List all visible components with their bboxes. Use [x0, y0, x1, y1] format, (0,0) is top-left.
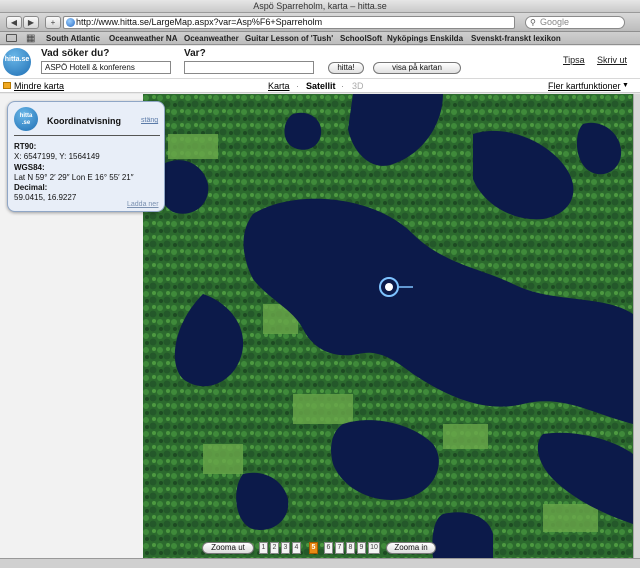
show-on-map-button[interactable]: visa på kartan	[373, 62, 461, 74]
zoom-level-9[interactable]: 9	[357, 542, 366, 554]
where-input[interactable]	[184, 61, 314, 74]
window-title-bar: Aspö Sparreholm, karta – hitta.se	[0, 0, 640, 13]
forward-button[interactable]: ▶	[23, 16, 39, 29]
address-bar[interactable]: http://www.hitta.se/LargeMap.aspx?var=As…	[63, 16, 571, 29]
wgs84-value: Lat N 59° 2′ 29″ Lon E 16° 55′ 21″	[14, 173, 134, 182]
decimal-value: 59.0415, 16.9227	[14, 193, 77, 202]
map-imagery	[143, 94, 633, 558]
where-label: Var?	[184, 48, 206, 59]
zoom-level-1[interactable]: 1	[259, 542, 268, 554]
zoom-level-4[interactable]: 4	[292, 542, 301, 554]
grid-icon[interactable]: ▦	[26, 32, 35, 45]
status-bar	[0, 558, 640, 568]
search-icon: ⚲	[530, 18, 536, 27]
globe-icon	[66, 18, 75, 27]
what-input[interactable]: ASPÖ Hotell & konferens	[41, 61, 171, 74]
chevron-down-icon[interactable]: ▼	[622, 79, 629, 93]
search-button[interactable]: hitta!	[328, 62, 364, 74]
browser-toolbar: ◀ ▶ + http://www.hitta.se/LargeMap.aspx?…	[0, 13, 640, 32]
zoom-level-6[interactable]: 6	[324, 542, 333, 554]
zoom-in-button[interactable]: Zooma in	[386, 542, 436, 554]
decimal-label: Decimal:	[14, 183, 48, 192]
hitta-logo[interactable]: hitta.se	[3, 48, 31, 76]
add-bookmark-button[interactable]: +	[45, 16, 61, 29]
bookmark-item[interactable]: SchoolSoft	[340, 32, 382, 45]
tipsa-link[interactable]: Tipsa	[563, 55, 585, 65]
bookmark-item[interactable]: Guitar Lesson of 'Tush'	[245, 32, 333, 45]
zoom-level-10[interactable]: 10	[368, 542, 380, 554]
wgs84-label: WGS84:	[14, 163, 45, 172]
divider	[14, 135, 160, 136]
zoom-level-7[interactable]: 7	[335, 542, 344, 554]
search-field[interactable]: ⚲ Google	[525, 16, 625, 29]
bookmarks-bar: ▦ South Atlantic Oceanweather NA Oceanwe…	[0, 32, 640, 45]
popup-title: Koordinatvisning	[47, 116, 121, 126]
map-type-3d: 3D	[352, 81, 364, 91]
url-text: http://www.hitta.se/LargeMap.aspx?var=As…	[76, 17, 323, 27]
vertical-scrollbar[interactable]	[633, 94, 640, 558]
bookmark-item[interactable]: Oceanweather	[184, 32, 239, 45]
zoom-out-button[interactable]: Zooma ut	[202, 542, 254, 554]
smaller-map-icon	[3, 82, 11, 89]
close-link[interactable]: stäng	[141, 117, 158, 124]
bookmark-item[interactable]: South Atlantic	[46, 32, 100, 45]
window-title: Aspö Sparreholm, karta – hitta.se	[253, 1, 387, 11]
zoom-level-5[interactable]: 5	[309, 542, 318, 554]
coordinate-popup: hitta .se Koordinatvisning stäng RT90: X:…	[7, 101, 165, 212]
bookmark-item[interactable]: Svenskt-franskt lexikon	[471, 32, 561, 45]
map-control-bar: Mindre karta Karta · Satellit · 3D Fler …	[0, 79, 640, 93]
bookmark-item[interactable]: Oceanweather NA	[109, 32, 177, 45]
download-link[interactable]: Ladda ner	[127, 201, 159, 208]
satellite-map[interactable]	[143, 94, 633, 558]
zoom-level-2[interactable]: 2	[270, 542, 279, 554]
smaller-map-link[interactable]: Mindre karta	[14, 79, 64, 93]
what-label: Vad söker du?	[41, 48, 110, 59]
book-icon[interactable]	[6, 34, 17, 42]
zoom-level-3[interactable]: 3	[281, 542, 290, 554]
bookmark-item[interactable]: Nyköpings Enskilda	[387, 32, 463, 45]
print-link[interactable]: Skriv ut	[597, 55, 627, 65]
hitta-logo: hitta .se	[14, 107, 38, 131]
zoom-level-8[interactable]: 8	[346, 542, 355, 554]
site-header: hitta.se Vad söker du? ASPÖ Hotell & kon…	[0, 46, 640, 79]
back-button[interactable]: ◀	[6, 16, 22, 29]
rt90-value: X: 6547199, Y: 1564149	[14, 152, 100, 161]
rt90-label: RT90:	[14, 142, 37, 151]
map-type-karta[interactable]: Karta	[268, 79, 290, 93]
map-type-satellit[interactable]: Satellit	[306, 79, 336, 93]
more-map-functions-link[interactable]: Fler kartfunktioner	[548, 79, 621, 93]
search-placeholder: Google	[540, 17, 570, 27]
